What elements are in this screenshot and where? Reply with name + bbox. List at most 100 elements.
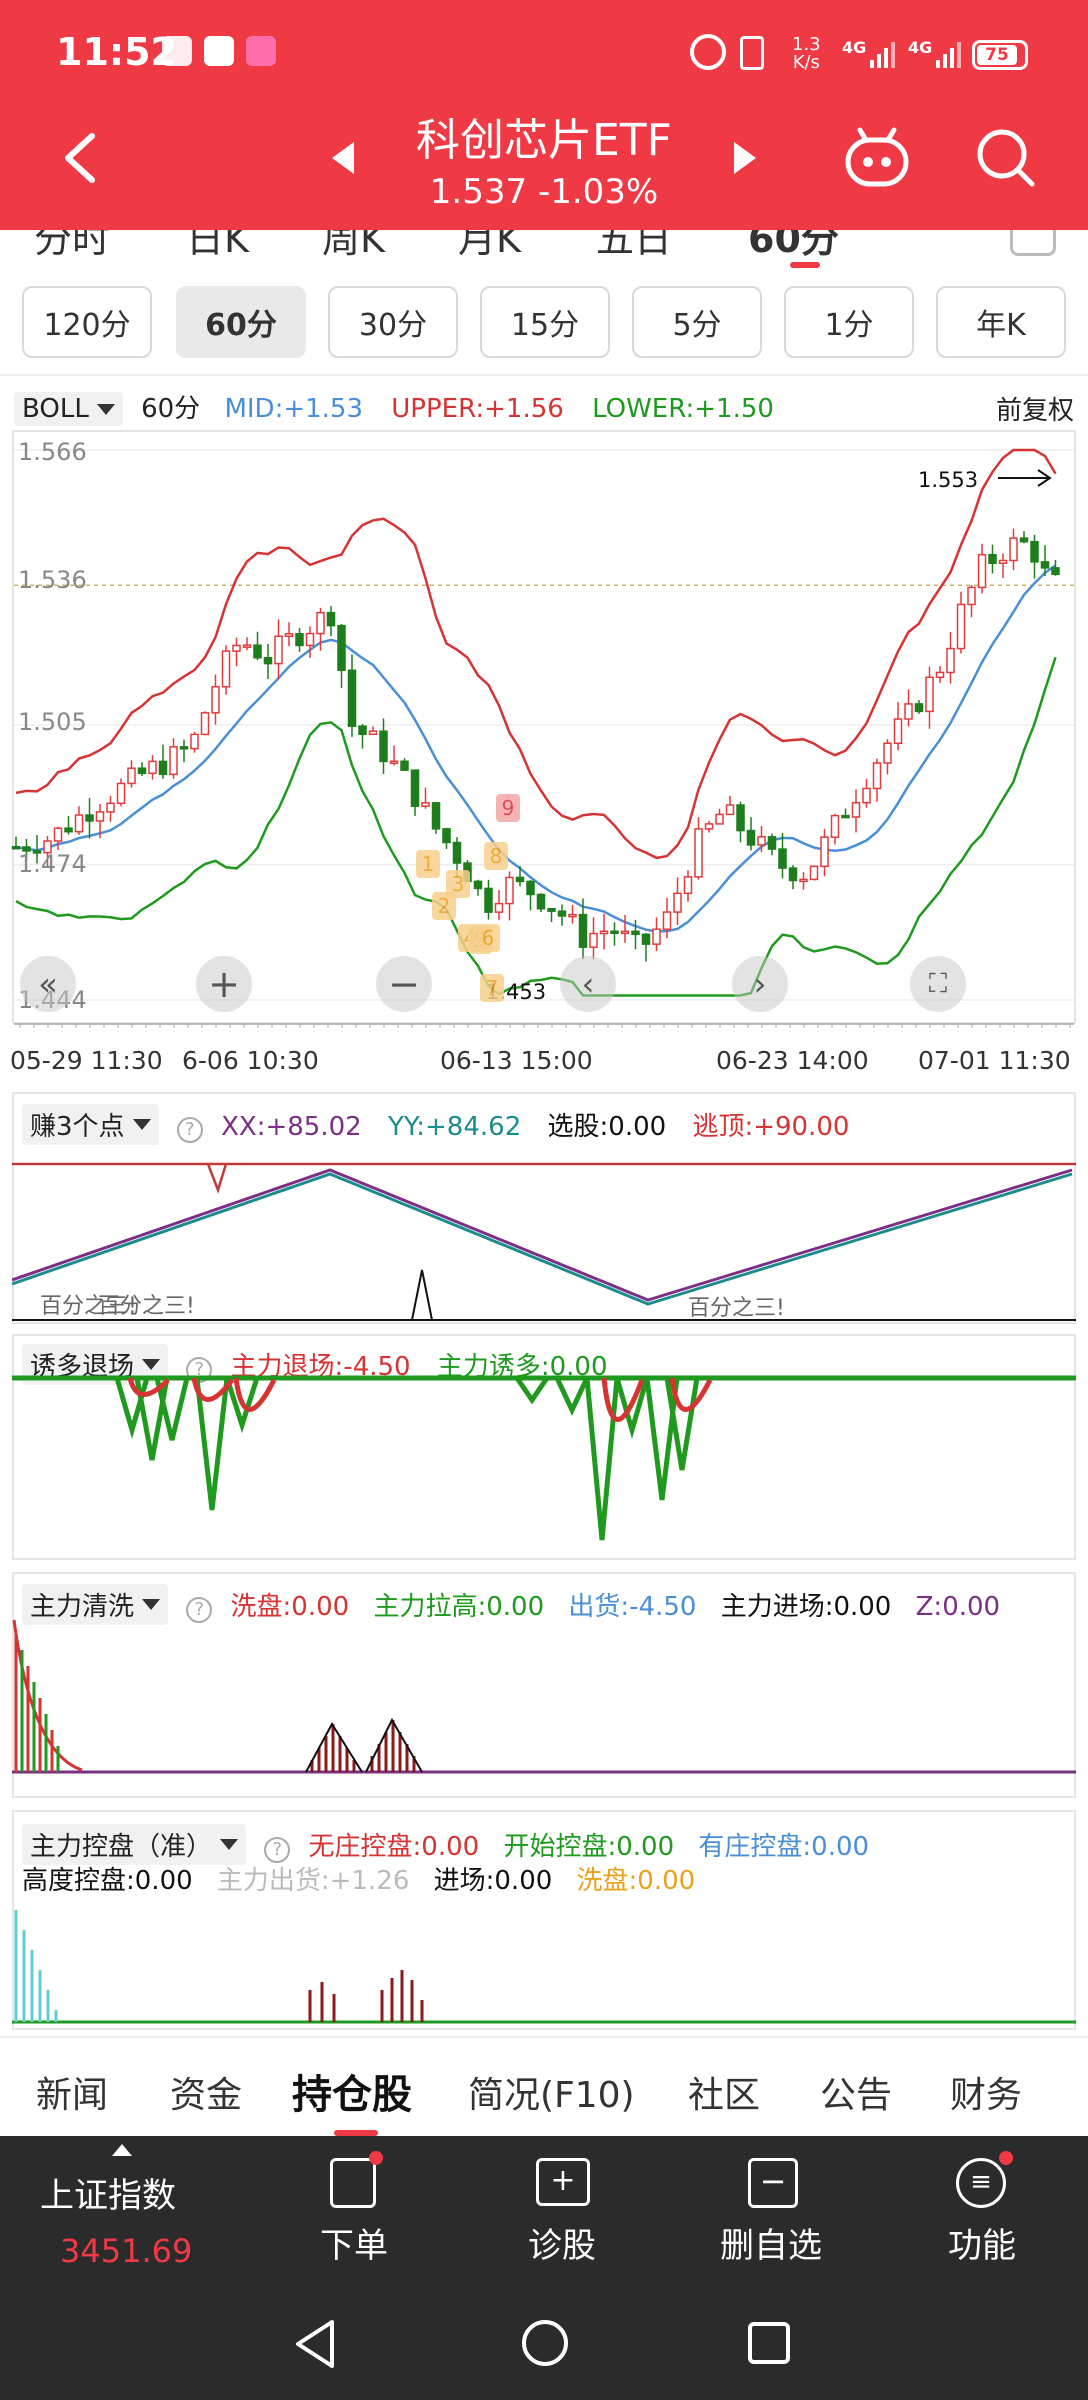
- signal-4g-2: 4G: [908, 38, 933, 57]
- candle-body: [85, 814, 94, 822]
- candle-body: [53, 827, 63, 842]
- td-marker: 1: [416, 850, 440, 878]
- zoom-in-icon[interactable]: +: [196, 956, 252, 1012]
- period-15min-button[interactable]: 15分: [480, 286, 610, 358]
- candle-body: [389, 760, 399, 764]
- candle-body: [253, 644, 262, 659]
- tab-daily[interactable]: 日K: [186, 230, 249, 263]
- diagnose-icon[interactable]: +: [536, 2158, 590, 2206]
- price-value: 1.537: [429, 172, 528, 212]
- x-tick: 06-23 14:00: [716, 1046, 869, 1075]
- tab-monthly[interactable]: 月K: [458, 230, 521, 263]
- zoom-out-icon[interactable]: −: [376, 956, 432, 1012]
- ind1-label-b: 百分之三!: [98, 1294, 195, 1319]
- x-tick: 05-29 11:30: [10, 1046, 163, 1075]
- help-icon[interactable]: ?: [176, 1116, 203, 1143]
- battery-level: 75: [977, 45, 1017, 65]
- candle-body: [820, 836, 829, 868]
- candle-body: [788, 867, 798, 882]
- candle-body: [95, 811, 105, 822]
- period-yearly-button[interactable]: 年K: [936, 286, 1066, 358]
- settings-icon[interactable]: [1010, 230, 1056, 256]
- candle-body: [400, 760, 409, 771]
- ind4-kaishi: 开始控盘:0.00: [503, 1832, 675, 1862]
- tab-f10[interactable]: 简况(F10): [468, 2066, 635, 2118]
- alarm-icon: [690, 34, 726, 70]
- period-1min-button[interactable]: 1分: [784, 286, 914, 358]
- tab-intraday[interactable]: 分时: [34, 230, 110, 263]
- price-change: -1.03%: [537, 172, 659, 212]
- period-5min-button[interactable]: 5分: [632, 286, 762, 358]
- signal-bars-icon: [868, 40, 896, 68]
- order-icon[interactable]: [330, 2151, 383, 2208]
- boll-mid: MID:+1.53: [224, 394, 364, 424]
- tab-holdings[interactable]: 持仓股: [292, 2062, 412, 2120]
- candle-body: [337, 624, 346, 671]
- tab-finance[interactable]: 财务: [950, 2066, 1022, 2118]
- ind4-label: 主力控盘（准）: [30, 1832, 213, 1862]
- candle-body: [641, 933, 651, 945]
- functions-button[interactable]: 功能: [948, 2218, 1016, 2267]
- candle-body: [925, 676, 934, 713]
- fullscreen-icon[interactable]: ⛶: [910, 956, 966, 1012]
- candle-body: [484, 887, 493, 913]
- system-recents-icon[interactable]: [744, 2318, 794, 2368]
- tab-weekly[interactable]: 周K: [322, 230, 385, 263]
- expand-up-icon[interactable]: [112, 2144, 132, 2156]
- system-back-icon[interactable]: [290, 2316, 340, 2372]
- candle-body: [421, 802, 430, 807]
- candle-body: [883, 742, 892, 764]
- candle-body: [757, 836, 766, 846]
- tab-five-day[interactable]: 五日: [596, 230, 672, 263]
- candle-body: [1051, 567, 1060, 576]
- adjust-mode[interactable]: 前复权: [996, 390, 1074, 427]
- td-marker: 3: [446, 870, 470, 898]
- green-dip: [584, 1377, 620, 1541]
- vibrate-icon: [740, 36, 764, 70]
- period-60min-button[interactable]: 60分: [176, 286, 306, 358]
- index-name[interactable]: 上证指数: [40, 2168, 176, 2217]
- tab-announcement[interactable]: 公告: [820, 2066, 892, 2118]
- candle-body: [158, 760, 168, 776]
- period-tabs: 分时 日K 周K 月K 五日 60分: [0, 230, 1088, 270]
- xx-line: [12, 1168, 1073, 1302]
- scroll-left-icon[interactable]: ‹: [560, 956, 616, 1012]
- candle-body: [106, 802, 115, 813]
- green-dip: [514, 1376, 550, 1405]
- robot-assistant-icon[interactable]: [842, 126, 912, 190]
- candle-body: [211, 686, 220, 714]
- scroll-right-icon[interactable]: ›: [732, 956, 788, 1012]
- index-value: 3451.69: [60, 2232, 193, 2270]
- candle-body: [704, 823, 714, 830]
- system-home-icon[interactable]: [518, 2316, 572, 2370]
- ind4-dropdown[interactable]: 主力控盘（准）: [22, 1824, 247, 1865]
- candle-body: [694, 828, 703, 878]
- search-icon[interactable]: [974, 126, 1038, 190]
- order-button[interactable]: 下单: [320, 2218, 388, 2267]
- candle-body: [379, 730, 388, 763]
- remove-watchlist-icon[interactable]: −: [748, 2158, 798, 2208]
- tab-60min[interactable]: 60分: [748, 230, 839, 263]
- candle-body: [305, 632, 315, 647]
- period-30min-button[interactable]: 30分: [328, 286, 458, 358]
- tab-community[interactable]: 社区: [688, 2066, 760, 2118]
- remove-watchlist-button[interactable]: 删自选: [720, 2218, 822, 2267]
- tab-news[interactable]: 新闻: [36, 2066, 108, 2118]
- next-stock-icon[interactable]: [730, 140, 758, 176]
- candle-body: [526, 880, 535, 896]
- ind1-dropdown[interactable]: 赚3个点: [22, 1104, 159, 1145]
- functions-icon[interactable]: ≡: [956, 2151, 1013, 2208]
- ind3-chart: [12, 1619, 1076, 1774]
- candle-body: [536, 893, 546, 910]
- candle-body: [473, 880, 483, 890]
- x-tick: 07-01 11:30: [918, 1046, 1071, 1075]
- help-icon[interactable]: ?: [264, 1836, 291, 1863]
- boll-dropdown[interactable]: BOLL: [14, 392, 123, 426]
- tab-funds[interactable]: 资金: [170, 2066, 242, 2118]
- candle-body: [914, 703, 924, 713]
- candle-body: [1030, 540, 1039, 563]
- candle-body: [221, 650, 231, 688]
- diagnose-button[interactable]: 诊股: [528, 2218, 596, 2267]
- collapse-icon[interactable]: «: [20, 956, 76, 1012]
- period-120min-button[interactable]: 120分: [22, 286, 152, 358]
